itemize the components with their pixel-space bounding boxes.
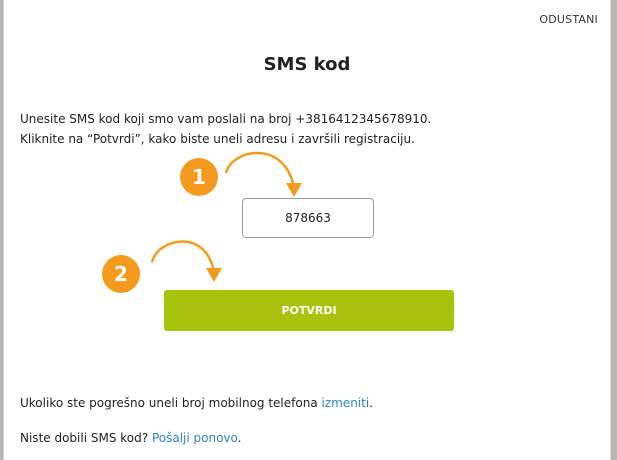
wrong-number-notice: Ukoliko ste pogrešno uneli broj mobilnog… (20, 396, 373, 410)
cancel-button[interactable]: ODUSTANI (539, 13, 598, 26)
sms-code-input[interactable] (242, 198, 374, 238)
instructions-line-confirm: Kliknite na “Potvrdi”, kako biste uneli … (20, 132, 415, 146)
step-1-badge: 1 (180, 158, 218, 196)
instructions-line-phone: Unesite SMS kod koji smo vam poslali na … (20, 112, 432, 126)
change-number-link[interactable]: izmeniti (321, 396, 369, 410)
resend-code-link[interactable]: Pošalji ponovo (152, 431, 238, 445)
resend-notice: Niste dobili SMS kod? Pošalji ponovo. (20, 431, 241, 445)
instructions-text: Unesite SMS kod koji smo vam poslali na … (20, 109, 605, 149)
confirm-button[interactable]: POTVRDI (164, 290, 454, 331)
sms-code-dialog: ODUSTANI SMS kod Unesite SMS kod koji sm… (3, 0, 611, 460)
curved-arrow-icon (150, 240, 222, 282)
curved-arrow-icon (224, 151, 302, 197)
resend-text: Niste dobili SMS kod? (20, 431, 152, 445)
wrong-number-text: Ukoliko ste pogrešno uneli broj mobilnog… (20, 396, 322, 410)
step-2-badge: 2 (102, 255, 140, 293)
resend-suffix: . (237, 431, 242, 445)
wrong-number-suffix: . (369, 396, 373, 410)
dialog-title: SMS kod (263, 54, 351, 75)
